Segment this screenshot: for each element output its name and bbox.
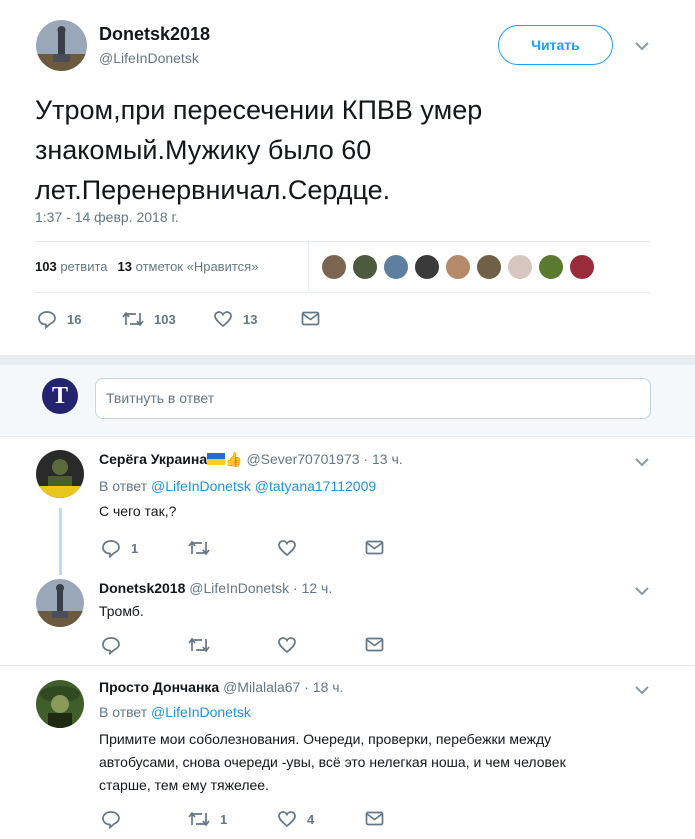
- mention-link[interactable]: @tatyana17112009: [255, 478, 376, 494]
- replying-to: В ответ @LifeInDonetsk: [99, 704, 251, 720]
- liker-avatar[interactable]: [320, 253, 348, 281]
- envelope-icon: [365, 540, 384, 555]
- reply-author-handle[interactable]: @Sever70701973: [246, 451, 359, 467]
- liker-avatar[interactable]: [475, 253, 503, 281]
- liker-avatar[interactable]: [351, 253, 379, 281]
- retweet-action[interactable]: [188, 635, 210, 655]
- retweet-action[interactable]: 103: [122, 309, 176, 329]
- follow-button[interactable]: Читать: [498, 25, 613, 65]
- tweet-stats: 103 ретвита 13 отметок «Нравится»: [35, 259, 258, 274]
- author-avatar[interactable]: [36, 20, 87, 71]
- heart-icon: [278, 540, 296, 557]
- reply-icon: [102, 811, 120, 829]
- reply-author-handle[interactable]: @Milalala67: [223, 679, 300, 695]
- like-action[interactable]: [277, 635, 297, 655]
- liker-avatar[interactable]: [537, 253, 565, 281]
- reply-action[interactable]: 1: [101, 538, 138, 558]
- reply-action[interactable]: 16: [37, 309, 81, 329]
- liker-avatar[interactable]: [568, 253, 596, 281]
- reply-tweet[interactable]: Donetsk2018 @LifeInDonetsk · 12 ч. Тромб…: [0, 575, 695, 665]
- chevron-down-icon[interactable]: [634, 585, 650, 597]
- divider: [35, 241, 651, 242]
- message-action[interactable]: [365, 636, 384, 653]
- retweet-icon: [122, 311, 144, 327]
- reply-avatar[interactable]: [36, 680, 84, 728]
- chevron-down-icon[interactable]: [634, 40, 650, 52]
- reply-author-name[interactable]: Donetsk2018: [99, 580, 185, 596]
- envelope-icon: [301, 311, 320, 326]
- reply-icon: [102, 637, 120, 655]
- retweet-icon: [188, 811, 210, 827]
- reply-input[interactable]: Твитнуть в ответ: [95, 378, 651, 419]
- liker-avatar[interactable]: [506, 253, 534, 281]
- reply-action[interactable]: [101, 809, 121, 829]
- author-name[interactable]: Donetsk2018: [99, 24, 210, 45]
- like-action[interactable]: 4: [277, 809, 314, 829]
- heart-icon: [278, 637, 296, 654]
- reply-time[interactable]: 12 ч.: [302, 580, 333, 596]
- envelope-icon: [365, 637, 384, 652]
- tweet-timestamp[interactable]: 1:37 - 14 февр. 2018 г.: [35, 209, 179, 225]
- reply-author-name[interactable]: Серёга Украина: [99, 451, 207, 467]
- reply-avatar[interactable]: [36, 579, 84, 627]
- reply-avatar[interactable]: [36, 450, 84, 498]
- reply-time[interactable]: 13 ч.: [372, 451, 403, 467]
- divider: [308, 241, 309, 291]
- reply-text: Примите мои соболезнования. Очереди, про…: [99, 731, 566, 793]
- reply-tweet[interactable]: Просто Дончанка @Milalala67 · 18 ч. В от…: [0, 666, 695, 839]
- thread-line: [59, 508, 62, 575]
- liker-avatars: [320, 253, 599, 281]
- message-action[interactable]: [301, 310, 320, 327]
- chevron-down-icon[interactable]: [634, 456, 650, 468]
- reply-author-handle[interactable]: @LifeInDonetsk: [189, 580, 289, 596]
- chevron-down-icon[interactable]: [634, 684, 650, 696]
- reply-text: С чего так,?: [99, 503, 177, 519]
- mention-link[interactable]: @LifeInDonetsk: [151, 704, 251, 720]
- reply-composer: T Твитнуть в ответ: [0, 365, 695, 437]
- retweet-action[interactable]: 1: [188, 809, 227, 829]
- reply-header: Просто Дончанка @Milalala67 · 18 ч.: [99, 679, 344, 695]
- reply-header: Серёга Украина 👍 @Sever70701973 · 13 ч.: [99, 451, 403, 467]
- like-action[interactable]: [277, 538, 297, 558]
- reply-author-name[interactable]: Просто Дончанка: [99, 679, 219, 695]
- reply-time[interactable]: 18 ч.: [313, 679, 344, 695]
- retweets-stat[interactable]: 103 ретвита: [35, 259, 108, 274]
- tweet-text: Утром,при пересечении КПВВ умер знакомый…: [35, 95, 483, 205]
- reply-text: Тромб.: [99, 603, 144, 619]
- main-tweet: Donetsk2018 @LifeInDonetsk Читать Утром,…: [0, 0, 695, 355]
- liker-avatar[interactable]: [444, 253, 472, 281]
- reply-icon: [38, 311, 56, 329]
- author-handle[interactable]: @LifeInDonetsk: [99, 50, 199, 66]
- like-action[interactable]: 13: [213, 309, 257, 329]
- envelope-icon: [365, 811, 384, 826]
- reply-action[interactable]: [101, 635, 121, 655]
- liker-avatar[interactable]: [413, 253, 441, 281]
- liker-avatar[interactable]: [382, 253, 410, 281]
- heart-icon: [214, 311, 232, 328]
- likes-stat[interactable]: 13 отметок «Нравится»: [118, 259, 259, 274]
- reply-icon: [102, 540, 120, 558]
- divider: [35, 292, 651, 293]
- ukraine-flag-icon: [207, 453, 226, 465]
- user-avatar[interactable]: T: [42, 378, 78, 414]
- retweet-icon: [188, 540, 210, 556]
- section-gap: [0, 355, 695, 365]
- reply-tweet[interactable]: Серёга Украина 👍 @Sever70701973 · 13 ч. В…: [0, 438, 695, 575]
- mention-link[interactable]: @LifeInDonetsk: [151, 478, 251, 494]
- message-action[interactable]: [365, 539, 384, 556]
- replying-to: В ответ @LifeInDonetsk @tatyana17112009: [99, 478, 377, 494]
- retweet-action[interactable]: [188, 538, 210, 558]
- heart-icon: [278, 811, 296, 828]
- reply-header: Donetsk2018 @LifeInDonetsk · 12 ч.: [99, 580, 333, 596]
- thumbs-up-icon: 👍: [225, 451, 243, 467]
- message-action[interactable]: [365, 810, 384, 827]
- retweet-icon: [188, 637, 210, 653]
